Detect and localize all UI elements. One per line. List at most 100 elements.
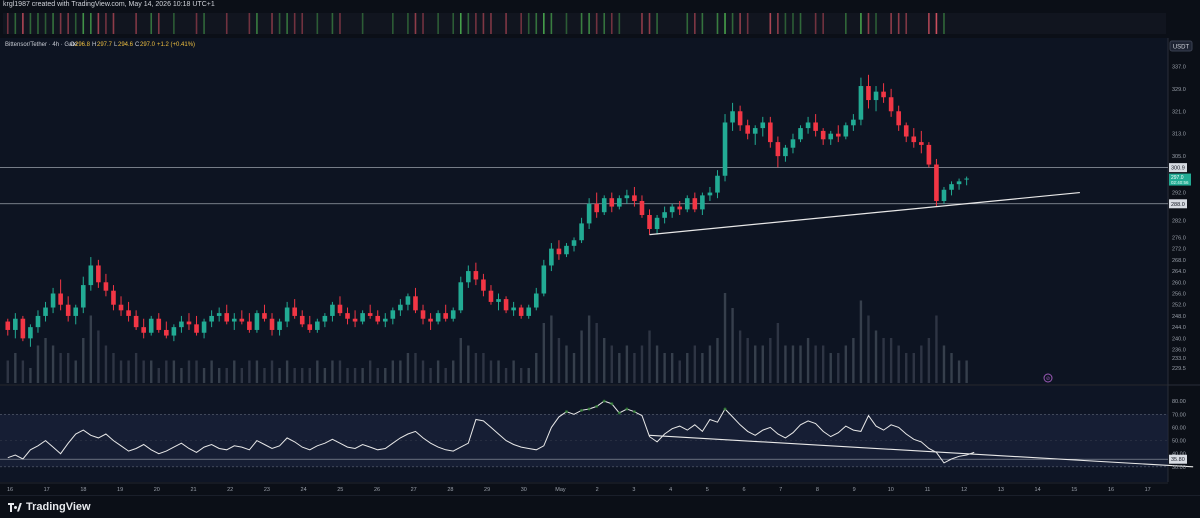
candle-body	[730, 111, 735, 123]
candle-body	[345, 313, 350, 319]
signal-strip-bar	[550, 13, 553, 34]
signal-strip-bar	[195, 13, 198, 34]
signal-strip-bar	[799, 13, 802, 34]
signal-strip-bar	[248, 13, 251, 34]
signal-strip-bar	[256, 13, 258, 34]
candle-body	[73, 307, 79, 316]
rsi-overbought-mark	[580, 408, 584, 412]
candle-body	[209, 315, 214, 322]
change-value: +1.2 (+0.41%)	[157, 42, 195, 48]
price-tick-label: 264.0	[1172, 269, 1186, 275]
volume-bar	[278, 368, 281, 383]
candle-body	[488, 290, 494, 302]
candle-body	[541, 265, 547, 294]
volume-bar	[142, 360, 145, 383]
candle-body	[352, 318, 358, 322]
candle-body	[179, 321, 184, 328]
rsi-tick-label: 50.00	[1172, 439, 1186, 445]
volume-bar	[338, 360, 342, 383]
volume-bar	[512, 360, 515, 383]
time-tick-label: 25	[337, 487, 343, 493]
volume-bar	[519, 368, 523, 383]
high-label: H	[92, 42, 96, 48]
volume-bar	[497, 360, 500, 383]
time-tick-label: 19	[117, 487, 123, 493]
candle-body	[141, 327, 146, 333]
price-chart[interactable]: 337.0 329.0 321.0 313.0 305.0 292.0 282.0 276.0…	[0, 0, 1200, 495]
candle-body	[941, 189, 947, 201]
signal-strip-bar	[656, 13, 658, 34]
candle-body	[964, 178, 969, 180]
signal-strip-bar	[739, 13, 741, 34]
volume-bar	[663, 353, 666, 383]
signal-strip-bar	[361, 13, 364, 34]
time-tick-label: 20	[154, 487, 160, 493]
signal-strip-bar	[29, 13, 32, 34]
signal-strip-bar	[641, 13, 643, 34]
volume-bar	[897, 345, 900, 383]
signal-strip-bar	[67, 13, 69, 34]
candle-body	[926, 144, 932, 165]
candle-body	[239, 318, 245, 322]
rsi-overbought-mark	[564, 410, 568, 414]
candle-body	[511, 307, 516, 311]
volume-bar	[920, 345, 923, 383]
signal-strip-bar	[22, 13, 24, 34]
time-tick-label: 17	[44, 487, 50, 493]
volume-bar	[104, 345, 108, 383]
candle-body	[556, 248, 562, 255]
candle-body	[224, 313, 230, 322]
signal-strip-bar	[105, 13, 107, 34]
candle-body	[20, 318, 26, 339]
signal-strip-bar	[414, 13, 417, 34]
rsi-overbought-mark	[625, 407, 629, 411]
candle-body	[601, 198, 607, 213]
candle-body	[262, 313, 267, 319]
high-value: 297.7	[97, 42, 113, 48]
candle-body	[103, 282, 109, 291]
signal-strip-bar	[588, 13, 590, 34]
volume-bar	[731, 308, 734, 383]
rsi-tick-label: 60.00	[1172, 425, 1186, 431]
signal-strip-bar	[860, 13, 862, 34]
candle-body	[5, 321, 11, 330]
candle-body	[330, 304, 335, 316]
volume-bar	[527, 368, 530, 383]
volume-bar	[859, 300, 863, 383]
candle-body	[843, 125, 849, 137]
candle-body	[58, 293, 63, 305]
signal-strip-bar	[74, 13, 77, 34]
candle-body	[133, 315, 139, 328]
candle-body	[571, 240, 577, 246]
volume-bar	[784, 345, 787, 383]
volume-bar	[640, 345, 644, 383]
candle-body	[322, 315, 328, 322]
price-tick-label: 305.0	[1172, 154, 1186, 160]
volume-bar	[769, 338, 772, 383]
candle-body	[722, 122, 728, 176]
volume-bar	[180, 368, 183, 383]
candle-body	[171, 327, 177, 336]
candle-body	[873, 91, 879, 101]
signal-strip-bar	[686, 13, 689, 34]
volume-bar	[225, 368, 228, 383]
signal-strip-bar	[580, 13, 583, 34]
volume-bar	[217, 368, 221, 383]
signal-strip-bar	[867, 13, 870, 34]
signal-strip-bar	[6, 13, 9, 34]
volume-bar	[421, 360, 425, 383]
time-tick-label: 5	[706, 487, 709, 493]
candle-body	[13, 318, 18, 330]
tradingview-logo[interactable]: TradingView	[8, 501, 91, 513]
price-tick-label: 248.0	[1172, 314, 1186, 320]
open-value: 296.8	[75, 42, 91, 48]
price-tick-label: 321.0	[1172, 109, 1186, 115]
candle-body	[919, 142, 924, 145]
signal-strip-bar	[316, 13, 319, 34]
signal-strip-bar	[784, 13, 787, 34]
price-tick-label: 252.0	[1172, 303, 1186, 309]
volume-bar	[655, 345, 659, 383]
volume-bar	[670, 353, 674, 383]
volume-bar	[489, 360, 493, 383]
candle-body	[43, 307, 48, 316]
